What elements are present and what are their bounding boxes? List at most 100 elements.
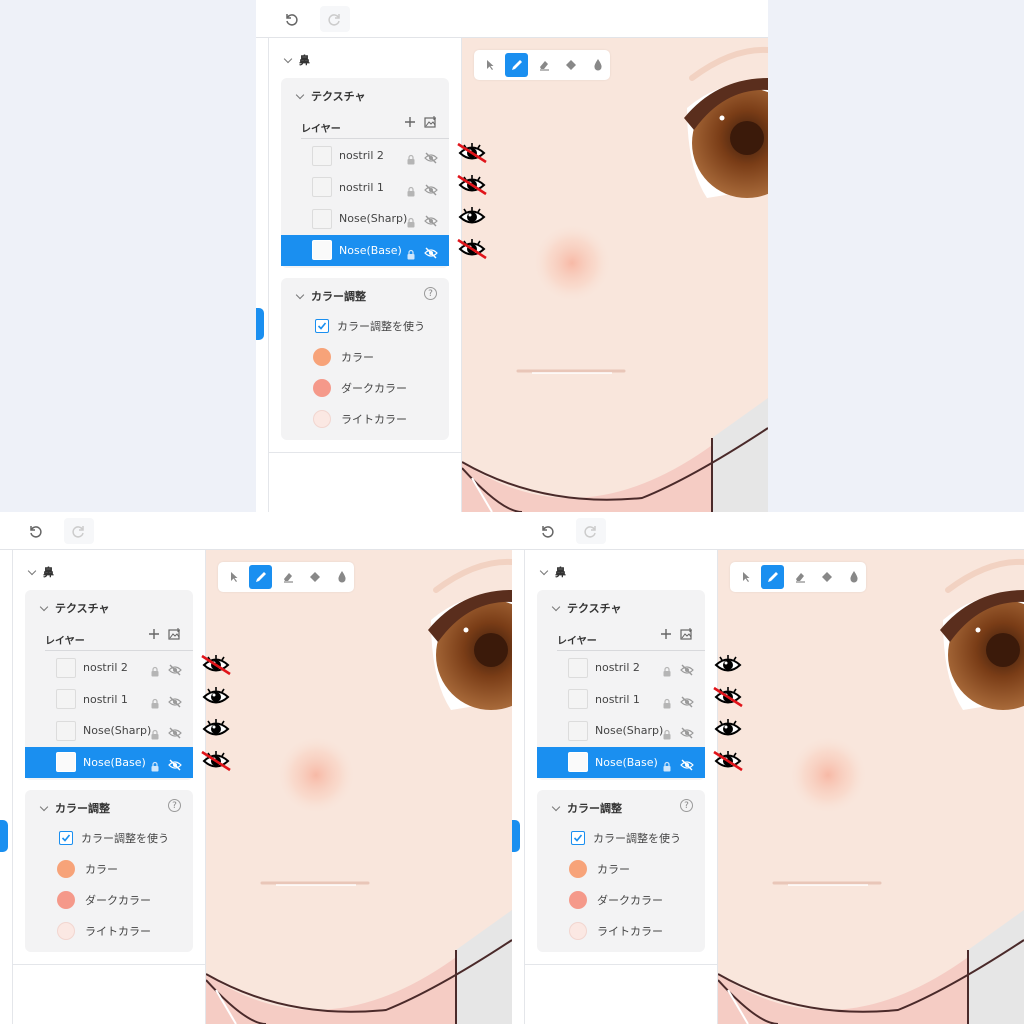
color-adjust-header[interactable]: カラー調整: [39, 800, 110, 816]
add-layer-icon[interactable]: [148, 628, 160, 640]
section-header[interactable]: 鼻: [283, 52, 310, 68]
add-image-icon[interactable]: [424, 116, 437, 128]
color-swatch[interactable]: [313, 348, 331, 366]
layer-row[interactable]: nostril 1: [537, 684, 705, 715]
texture-header[interactable]: テクスチャ: [551, 600, 622, 616]
section-header[interactable]: 鼻: [539, 564, 566, 580]
canvas[interactable]: [718, 550, 1024, 1024]
undo-button[interactable]: [20, 518, 50, 544]
help-icon[interactable]: ?: [680, 799, 693, 812]
dropper-tool-button[interactable]: [587, 53, 610, 77]
eraser-tool-button[interactable]: [532, 53, 555, 77]
panel-toggle-tab[interactable]: [0, 820, 8, 852]
eye-off-icon[interactable]: [680, 693, 694, 712]
eye-off-icon[interactable]: [680, 756, 694, 775]
eye-icon[interactable]: [680, 661, 694, 680]
canvas[interactable]: [462, 38, 768, 512]
light-color-row[interactable]: ライトカラー: [313, 410, 407, 428]
redo-button[interactable]: [320, 6, 350, 32]
fill-tool-button[interactable]: [560, 53, 583, 77]
lock-icon[interactable]: [406, 213, 416, 232]
help-icon[interactable]: ?: [168, 799, 181, 812]
section-header[interactable]: 鼻: [27, 564, 54, 580]
eye-off-icon[interactable]: [424, 181, 438, 200]
eye-off-icon[interactable]: [424, 244, 438, 263]
lock-icon[interactable]: [406, 245, 416, 264]
color-adjust-header[interactable]: カラー調整: [551, 800, 622, 816]
add-layer-icon[interactable]: [660, 628, 672, 640]
lock-icon[interactable]: [662, 725, 672, 744]
light-color-row[interactable]: ライトカラー: [569, 922, 663, 940]
eraser-tool-button[interactable]: [276, 565, 299, 589]
dropper-tool-button[interactable]: [843, 565, 866, 589]
layer-row[interactable]: nostril 1: [281, 172, 449, 203]
eye-icon[interactable]: [424, 212, 438, 231]
use-color-adjust-checkbox[interactable]: カラー調整を使う: [59, 830, 169, 846]
dropper-tool-button[interactable]: [331, 565, 354, 589]
select-tool-button[interactable]: [222, 565, 245, 589]
color-row[interactable]: カラー: [57, 860, 118, 878]
add-image-icon[interactable]: [168, 628, 181, 640]
color-swatch[interactable]: [569, 860, 587, 878]
color-adjust-header[interactable]: カラー調整: [295, 288, 366, 304]
fill-tool-button[interactable]: [816, 565, 839, 589]
lock-icon[interactable]: [150, 725, 160, 744]
light-color-swatch[interactable]: [57, 922, 75, 940]
use-color-adjust-checkbox[interactable]: カラー調整を使う: [315, 318, 425, 334]
lock-icon[interactable]: [150, 694, 160, 713]
pen-tool-button[interactable]: [761, 565, 785, 589]
color-row[interactable]: カラー: [569, 860, 630, 878]
eye-off-icon[interactable]: [168, 756, 182, 775]
pen-tool-button[interactable]: [249, 565, 273, 589]
dark-color-row[interactable]: ダークカラー: [57, 891, 151, 909]
pen-tool-button[interactable]: [505, 53, 529, 77]
layer-row[interactable]: nostril 2: [25, 652, 193, 683]
use-color-adjust-checkbox[interactable]: カラー調整を使う: [571, 830, 681, 846]
light-color-row[interactable]: ライトカラー: [57, 922, 151, 940]
add-image-icon[interactable]: [680, 628, 693, 640]
texture-header[interactable]: テクスチャ: [295, 88, 366, 104]
select-tool-button[interactable]: [734, 565, 757, 589]
layer-row[interactable]: nostril 2: [281, 140, 449, 171]
lock-icon[interactable]: [662, 694, 672, 713]
layer-row[interactable]: Nose(Sharp): [537, 715, 705, 746]
texture-header[interactable]: テクスチャ: [39, 600, 110, 616]
panel-toggle-tab[interactable]: [512, 820, 520, 852]
color-row[interactable]: カラー: [313, 348, 374, 366]
dark-color-swatch[interactable]: [57, 891, 75, 909]
select-tool-button[interactable]: [478, 53, 501, 77]
lock-icon[interactable]: [150, 757, 160, 776]
checkbox-checked[interactable]: [59, 831, 73, 845]
eye-off-icon[interactable]: [168, 661, 182, 680]
layer-row[interactable]: Nose(Base): [25, 746, 193, 778]
dark-color-row[interactable]: ダークカラー: [313, 379, 407, 397]
dark-color-swatch[interactable]: [313, 379, 331, 397]
light-color-swatch[interactable]: [569, 922, 587, 940]
eye-icon[interactable]: [168, 693, 182, 712]
lock-icon[interactable]: [662, 662, 672, 681]
layer-row[interactable]: Nose(Base): [537, 746, 705, 778]
layer-row[interactable]: nostril 2: [537, 652, 705, 683]
light-color-swatch[interactable]: [313, 410, 331, 428]
lock-icon[interactable]: [150, 662, 160, 681]
dark-color-swatch[interactable]: [569, 891, 587, 909]
eraser-tool-button[interactable]: [788, 565, 811, 589]
layer-row[interactable]: Nose(Sharp): [281, 203, 449, 234]
checkbox-checked[interactable]: [315, 319, 329, 333]
layer-row[interactable]: Nose(Sharp): [25, 715, 193, 746]
dark-color-row[interactable]: ダークカラー: [569, 891, 663, 909]
help-icon[interactable]: ?: [424, 287, 437, 300]
checkbox-checked[interactable]: [571, 831, 585, 845]
panel-toggle-tab[interactable]: [256, 308, 264, 340]
redo-button[interactable]: [576, 518, 606, 544]
lock-icon[interactable]: [406, 182, 416, 201]
lock-icon[interactable]: [406, 150, 416, 169]
eye-off-icon[interactable]: [424, 149, 438, 168]
color-swatch[interactable]: [57, 860, 75, 878]
redo-button[interactable]: [64, 518, 94, 544]
layer-row[interactable]: Nose(Base): [281, 234, 449, 266]
eye-icon[interactable]: [168, 724, 182, 743]
layer-row[interactable]: nostril 1: [25, 684, 193, 715]
undo-button[interactable]: [532, 518, 562, 544]
canvas[interactable]: [206, 550, 512, 1024]
